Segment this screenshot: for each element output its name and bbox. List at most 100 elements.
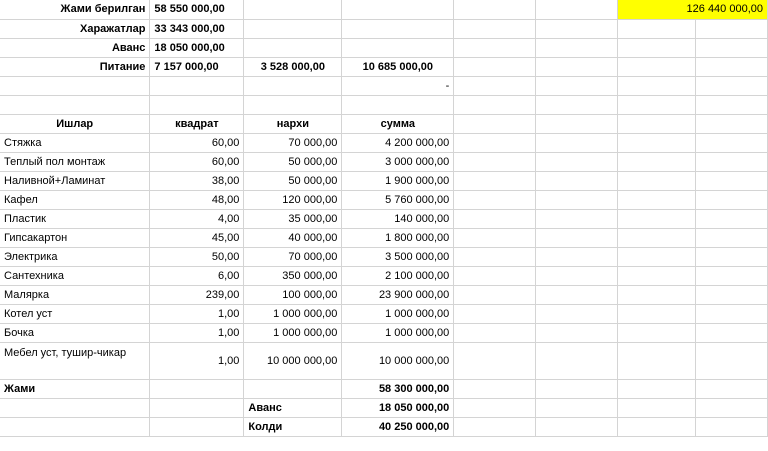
cell-empty[interactable] <box>453 228 537 248</box>
cell-work[interactable]: Мебел уст, тушир-чикар <box>0 342 151 380</box>
cell-empty[interactable] <box>453 304 537 324</box>
cell-price[interactable]: 1 000 000,00 <box>243 304 343 324</box>
cell-value[interactable]: 3 528 000,00 <box>243 57 343 77</box>
cell-sum[interactable]: 1 900 000,00 <box>341 171 455 191</box>
cell-sum[interactable]: 5 760 000,00 <box>341 190 455 210</box>
cell-empty[interactable] <box>617 304 696 324</box>
cell-value[interactable]: 10 685 000,00 <box>341 57 455 77</box>
cell-price[interactable]: 100 000,00 <box>243 285 343 305</box>
cell-area[interactable]: 60,00 <box>149 152 245 172</box>
cell-work[interactable]: Малярка <box>0 285 151 305</box>
cell-empty[interactable] <box>695 285 768 305</box>
cell-empty[interactable] <box>243 95 343 115</box>
cell-empty[interactable] <box>453 247 537 267</box>
cell-work[interactable]: Пластик <box>0 209 151 229</box>
cell-remaining-label[interactable]: Колди <box>243 417 343 437</box>
cell-highlight-value[interactable]: 126 440 000,00 <box>617 0 768 20</box>
cell-area[interactable]: 38,00 <box>149 171 245 191</box>
cell-empty[interactable] <box>453 171 537 191</box>
cell-price[interactable]: 40 000,00 <box>243 228 343 248</box>
cell-empty[interactable] <box>617 57 696 77</box>
cell-empty[interactable] <box>453 398 537 418</box>
cell-area[interactable]: 4,00 <box>149 209 245 229</box>
cell-empty[interactable] <box>617 417 696 437</box>
cell-empty[interactable] <box>617 209 696 229</box>
cell-empty[interactable] <box>695 114 768 134</box>
cell-work[interactable]: Теплый пол монтаж <box>0 152 151 172</box>
cell-empty[interactable] <box>535 0 619 20</box>
cell-work[interactable]: Бочка <box>0 323 151 343</box>
cell-price[interactable]: 1 000 000,00 <box>243 323 343 343</box>
cell-empty[interactable] <box>695 152 768 172</box>
cell-area[interactable]: 1,00 <box>149 342 245 380</box>
cell-area[interactable]: 50,00 <box>149 247 245 267</box>
cell-empty[interactable] <box>535 95 619 115</box>
cell-empty[interactable] <box>617 38 696 58</box>
cell-empty[interactable] <box>0 398 151 418</box>
cell-empty[interactable] <box>535 38 619 58</box>
cell-empty[interactable] <box>617 19 696 39</box>
cell-empty[interactable] <box>535 228 619 248</box>
cell-empty[interactable] <box>617 76 696 96</box>
cell-label[interactable]: Харажатлар <box>0 19 151 39</box>
cell-empty[interactable] <box>0 95 151 115</box>
cell-empty[interactable] <box>695 323 768 343</box>
cell-empty[interactable] <box>617 266 696 286</box>
cell-empty[interactable] <box>341 95 455 115</box>
cell-price[interactable]: 35 000,00 <box>243 209 343 229</box>
cell-empty[interactable] <box>535 209 619 229</box>
cell-empty[interactable] <box>535 114 619 134</box>
cell-area[interactable]: 6,00 <box>149 266 245 286</box>
cell-sum[interactable]: 1 000 000,00 <box>341 323 455 343</box>
cell-value[interactable]: 18 050 000,00 <box>149 38 245 58</box>
cell-empty[interactable] <box>243 76 343 96</box>
cell-empty[interactable] <box>695 171 768 191</box>
cell-sum[interactable]: 3 500 000,00 <box>341 247 455 267</box>
cell-empty[interactable] <box>695 247 768 267</box>
cell-area[interactable]: 239,00 <box>149 285 245 305</box>
cell-price[interactable]: 10 000 000,00 <box>243 342 343 380</box>
cell-empty[interactable] <box>453 114 537 134</box>
cell-dash[interactable]: - <box>341 76 455 96</box>
cell-empty[interactable] <box>695 342 768 380</box>
cell-empty[interactable] <box>695 379 768 399</box>
cell-empty[interactable] <box>535 342 619 380</box>
cell-empty[interactable] <box>695 209 768 229</box>
cell-empty[interactable] <box>695 57 768 77</box>
cell-area[interactable]: 48,00 <box>149 190 245 210</box>
cell-sum[interactable]: 2 100 000,00 <box>341 266 455 286</box>
cell-work[interactable]: Стяжка <box>0 133 151 153</box>
cell-empty[interactable] <box>617 323 696 343</box>
cell-empty[interactable] <box>695 228 768 248</box>
cell-empty[interactable] <box>453 417 537 437</box>
cell-area[interactable]: 1,00 <box>149 304 245 324</box>
cell-empty[interactable] <box>617 228 696 248</box>
cell-empty[interactable] <box>453 19 537 39</box>
cell-empty[interactable] <box>453 190 537 210</box>
cell-sum[interactable]: 140 000,00 <box>341 209 455 229</box>
cell-empty[interactable] <box>617 398 696 418</box>
cell-total-label[interactable]: Жами <box>0 379 151 399</box>
cell-price[interactable]: 50 000,00 <box>243 171 343 191</box>
cell-empty[interactable] <box>535 152 619 172</box>
cell-empty[interactable] <box>453 323 537 343</box>
cell-price[interactable]: 120 000,00 <box>243 190 343 210</box>
cell-empty[interactable] <box>617 285 696 305</box>
cell-advance-value[interactable]: 18 050 000,00 <box>341 398 455 418</box>
cell-empty[interactable] <box>695 38 768 58</box>
cell-empty[interactable] <box>695 95 768 115</box>
cell-empty[interactable] <box>617 247 696 267</box>
cell-advance-label[interactable]: Аванс <box>243 398 343 418</box>
cell-area[interactable]: 45,00 <box>149 228 245 248</box>
cell-value[interactable]: 33 343 000,00 <box>149 19 245 39</box>
cell-empty[interactable] <box>535 304 619 324</box>
cell-price[interactable]: 350 000,00 <box>243 266 343 286</box>
cell-empty[interactable] <box>243 379 343 399</box>
cell-empty[interactable] <box>341 19 455 39</box>
cell-empty[interactable] <box>453 95 537 115</box>
cell-empty[interactable] <box>535 76 619 96</box>
cell-empty[interactable] <box>535 398 619 418</box>
cell-work[interactable]: Гипсакартон <box>0 228 151 248</box>
cell-empty[interactable] <box>535 171 619 191</box>
cell-empty[interactable] <box>535 417 619 437</box>
